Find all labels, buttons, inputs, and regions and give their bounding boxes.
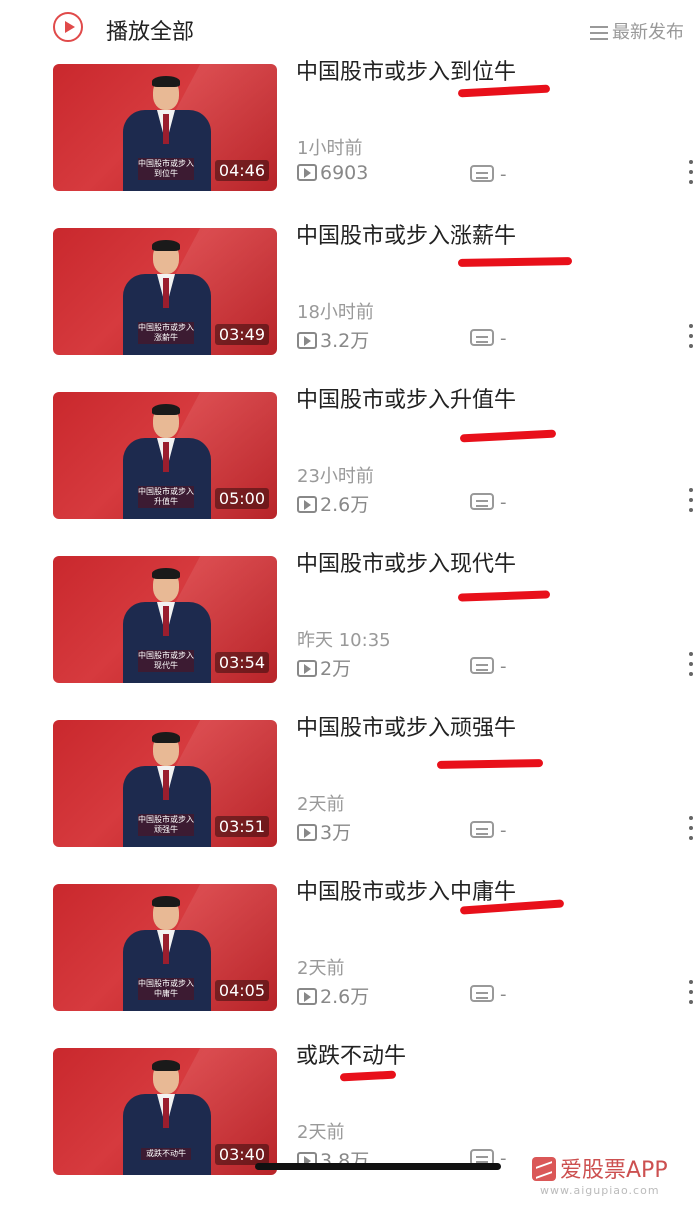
- comment-icon: [470, 985, 494, 1002]
- play-count-icon: [297, 164, 317, 181]
- video-duration: 03:51: [214, 816, 269, 837]
- video-duration: 05:00: [214, 488, 269, 509]
- comment-count[interactable]: -: [470, 820, 507, 841]
- video-title[interactable]: 中国股市或步入涨薪牛: [296, 222, 516, 252]
- view-count: 2.6万: [297, 982, 369, 1009]
- publish-time: 昨天 10:35: [297, 630, 391, 651]
- publish-time: 2天前: [297, 1122, 345, 1143]
- video-thumbnail[interactable]: 或跌不动牛 03:40: [53, 1048, 277, 1175]
- brand-logo-icon: [532, 1157, 556, 1181]
- red-marker-underline: [436, 759, 544, 769]
- red-marker-underline: [459, 429, 557, 443]
- thumbnail-caption: 或跌不动牛: [141, 1148, 191, 1160]
- video-list-item[interactable]: 中国股市或步入顽强牛 03:51 中国股市或步入顽强牛 2天前 3万 -: [0, 714, 695, 878]
- video-list-item[interactable]: 中国股市或步入升值牛 05:00 中国股市或步入升值牛 23小时前 2.6万 -: [0, 386, 695, 550]
- more-options-icon[interactable]: [688, 488, 694, 514]
- publish-time: 2天前: [297, 794, 345, 815]
- more-options-icon[interactable]: [688, 652, 694, 678]
- comment-count[interactable]: -: [470, 492, 507, 513]
- video-thumbnail[interactable]: 中国股市或步入顽强牛 03:51: [53, 720, 277, 847]
- thumbnail-caption: 中国股市或步入中庸牛: [138, 978, 194, 1000]
- play-all-icon[interactable]: [53, 12, 83, 42]
- video-duration: 04:46: [214, 160, 269, 181]
- publish-time: 18小时前: [297, 302, 374, 323]
- play-count-icon: [297, 988, 317, 1005]
- play-count-icon: [297, 660, 317, 677]
- comment-count[interactable]: -: [470, 656, 507, 677]
- watermark: 爱股票APP: [532, 1152, 668, 1184]
- video-title[interactable]: 或跌不动牛: [296, 1042, 406, 1072]
- comment-icon: [470, 493, 494, 510]
- view-count: 2.6万: [297, 490, 369, 517]
- more-options-icon[interactable]: [688, 816, 694, 842]
- play-count-icon: [297, 824, 317, 841]
- view-count: 6903: [297, 162, 368, 184]
- video-thumbnail[interactable]: 中国股市或步入升值牛 05:00: [53, 392, 277, 519]
- comment-count[interactable]: -: [470, 984, 507, 1005]
- list-header: 播放全部 最新发布: [0, 0, 695, 58]
- comment-count[interactable]: -: [470, 164, 507, 185]
- sort-label: 最新发布: [612, 22, 684, 43]
- video-title[interactable]: 中国股市或步入现代牛: [296, 550, 516, 580]
- sort-button[interactable]: 最新发布: [590, 18, 684, 44]
- more-options-icon[interactable]: [688, 324, 694, 350]
- video-list-item[interactable]: 中国股市或步入中庸牛 04:05 中国股市或步入中庸牛 2天前 2.6万 -: [0, 878, 695, 1042]
- play-count-icon: [297, 496, 317, 513]
- video-list-item[interactable]: 中国股市或步入涨薪牛 03:49 中国股市或步入涨薪牛 18小时前 3.2万 -: [0, 222, 695, 386]
- video-title[interactable]: 中国股市或步入中庸牛: [296, 878, 516, 908]
- video-title[interactable]: 中国股市或步入顽强牛: [296, 714, 516, 744]
- thumbnail-caption: 中国股市或步入升值牛: [138, 486, 194, 508]
- video-duration: 04:05: [214, 980, 269, 1001]
- video-title[interactable]: 中国股市或步入到位牛: [296, 58, 516, 88]
- home-indicator[interactable]: [255, 1163, 501, 1170]
- red-marker-underline: [339, 1070, 397, 1082]
- video-duration: 03:40: [214, 1144, 269, 1165]
- watermark-brand: 爱股票APP: [560, 1158, 668, 1183]
- video-title[interactable]: 中国股市或步入升值牛: [296, 386, 516, 416]
- sort-list-icon: [590, 26, 608, 40]
- view-count: 3万: [297, 818, 351, 845]
- thumbnail-caption: 中国股市或步入顽强牛: [138, 814, 194, 836]
- comment-icon: [470, 657, 494, 674]
- video-list-item[interactable]: 中国股市或步入现代牛 03:54 中国股市或步入现代牛 昨天 10:35 2万 …: [0, 550, 695, 714]
- thumbnail-caption: 中国股市或步入到位牛: [138, 158, 194, 180]
- view-count: 2万: [297, 654, 351, 681]
- play-count-icon: [297, 332, 317, 349]
- comment-icon: [470, 329, 494, 346]
- video-list-item[interactable]: 中国股市或步入到位牛 04:46 中国股市或步入到位牛 1小时前 6903 -: [0, 58, 695, 222]
- comment-icon: [470, 165, 494, 182]
- video-thumbnail[interactable]: 中国股市或步入中庸牛 04:05: [53, 884, 277, 1011]
- publish-time: 23小时前: [297, 466, 374, 487]
- video-thumbnail[interactable]: 中国股市或步入涨薪牛 03:49: [53, 228, 277, 355]
- view-count: 3.2万: [297, 326, 369, 353]
- watermark-url: www.aigupiao.com: [540, 1184, 660, 1197]
- red-marker-underline: [457, 590, 551, 602]
- video-thumbnail[interactable]: 中国股市或步入到位牛 04:46: [53, 64, 277, 191]
- video-duration: 03:49: [214, 324, 269, 345]
- more-options-icon[interactable]: [688, 980, 694, 1006]
- play-all-label[interactable]: 播放全部: [106, 14, 194, 46]
- video-duration: 03:54: [214, 652, 269, 673]
- publish-time: 1小时前: [297, 138, 363, 159]
- more-options-icon[interactable]: [688, 160, 694, 186]
- video-thumbnail[interactable]: 中国股市或步入现代牛 03:54: [53, 556, 277, 683]
- publish-time: 2天前: [297, 958, 345, 979]
- red-marker-underline: [457, 257, 573, 267]
- thumbnail-caption: 中国股市或步入涨薪牛: [138, 322, 194, 344]
- thumbnail-caption: 中国股市或步入现代牛: [138, 650, 194, 672]
- comment-icon: [470, 821, 494, 838]
- comment-count[interactable]: -: [470, 328, 507, 349]
